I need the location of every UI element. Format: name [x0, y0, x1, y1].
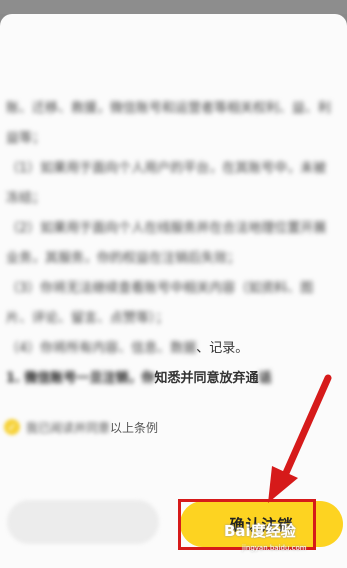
watermark-brand: Bai度经验 — [224, 522, 296, 540]
agree-label: 我已阅读并同意以上条例 — [26, 420, 159, 435]
terms-paragraph-5-tail: 、记录。 — [196, 341, 249, 356]
terms-paragraph-2: （1）如果用于面向个人用户的平台，在其账号中，未被冻结； — [6, 161, 327, 206]
terms-paragraph-4: （3）你将无法继续查看账号中相关内容（如资料、图片、评论、留言、点赞等）； — [6, 281, 314, 326]
terms-paragraph-1: 账、迁移、救援，微信账号和运营者等相关权利、益、利益等； — [6, 101, 332, 146]
terms-text: 账、迁移、救援，微信账号和运营者等相关权利、益、利益等； （1）如果用于面向个人… — [6, 94, 338, 394]
cancel-button[interactable] — [7, 500, 159, 544]
status-bar — [0, 0, 347, 14]
agree-label-tail: 以上条例 — [110, 420, 159, 435]
check-circle-icon[interactable]: ✓ — [4, 419, 20, 435]
cancel-account-dialog: 账、迁移、救援，微信账号和运营者等相关权利、益、利益等； （1）如果用于面向个人… — [0, 14, 347, 568]
terms-paragraph-3: （2）如果用于面向个人在线服务并在合法地理位置开展业务，其服务，你的权益在注销后… — [6, 221, 327, 266]
terms-paragraph-6: 1. 微信账号一旦注销，你知悉并同意放弃通话 — [6, 371, 272, 386]
terms-paragraph-5: （4）你将所有内容、信息、数据、记录。 — [6, 341, 249, 356]
agree-row[interactable]: ✓ 我已阅读并同意以上条例 — [4, 414, 158, 440]
terms-paragraph-6-tail: 知悉并同意放弃通 — [154, 371, 259, 386]
watermark-url: jingyan.baidu.com — [242, 544, 307, 552]
